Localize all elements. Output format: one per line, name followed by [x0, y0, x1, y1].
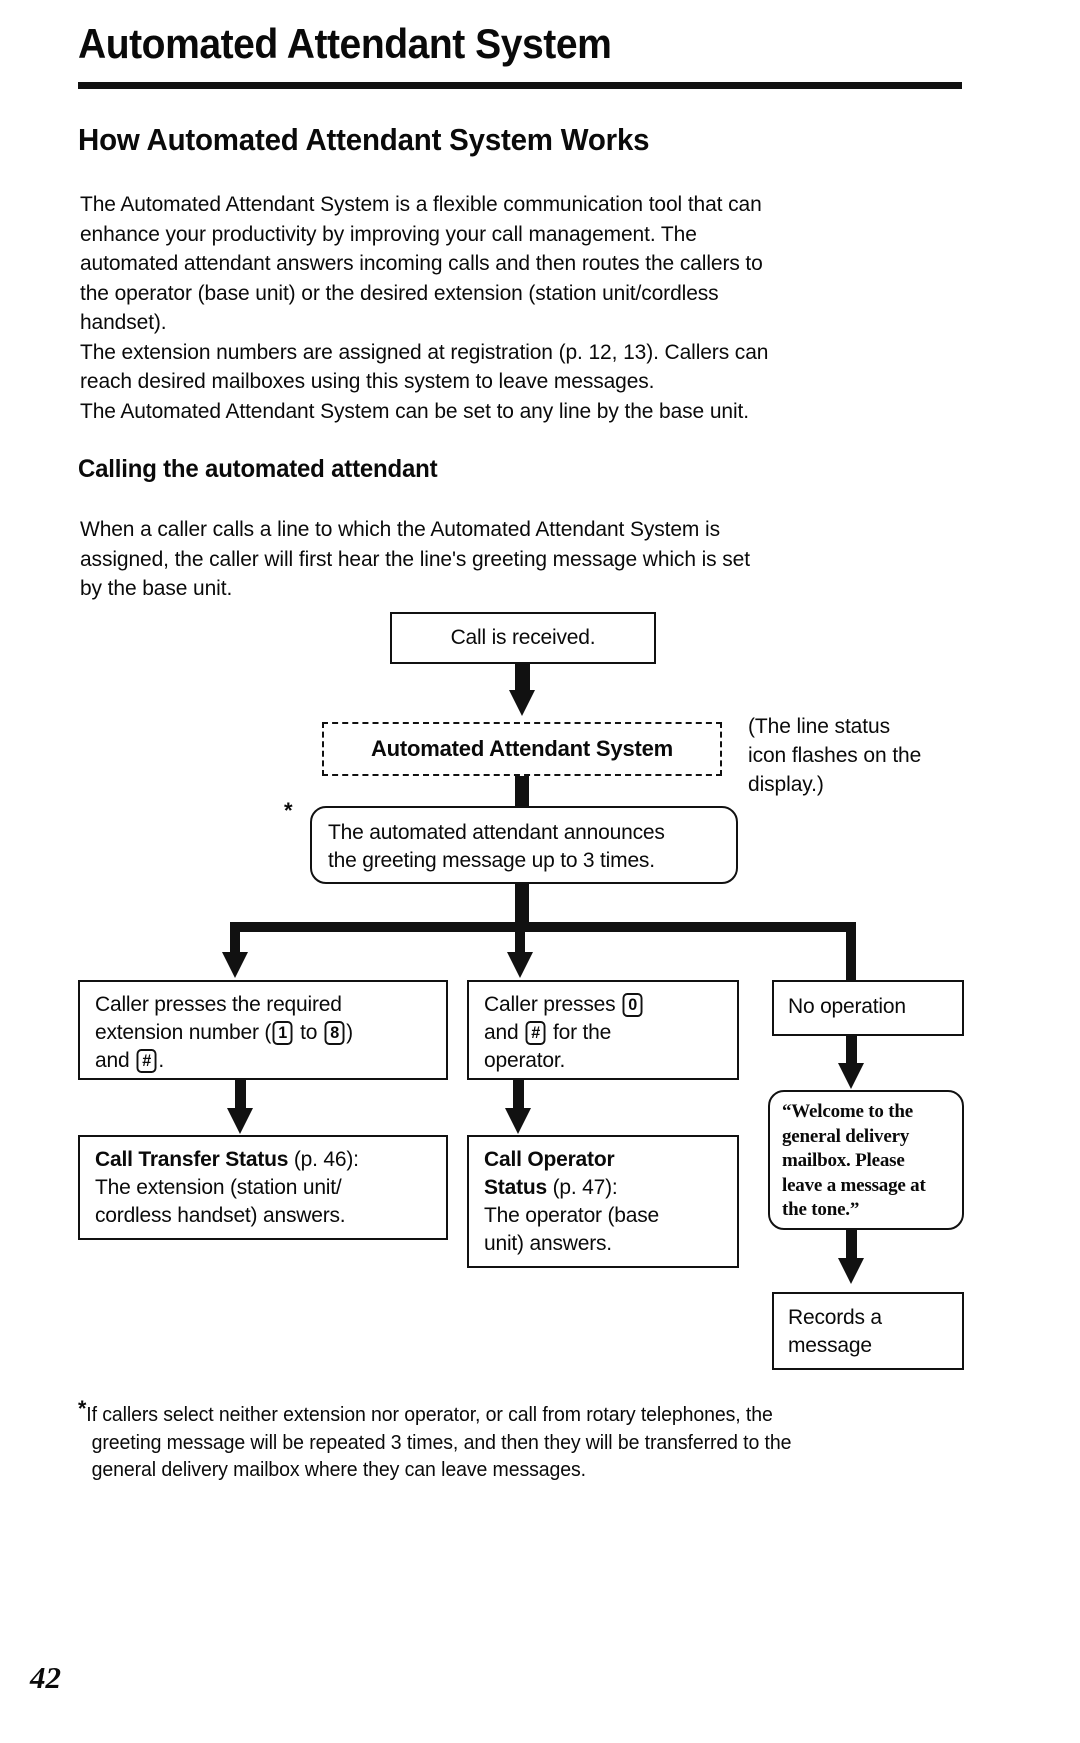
flow-box-line: The extension (station unit/ — [95, 1176, 342, 1199]
flow-box-line: The automated attendant announces — [328, 821, 665, 844]
keypad-key-1-icon: 1 — [272, 1021, 293, 1045]
bubble-line: general delivery — [782, 1125, 910, 1147]
flow-box-caller-presses-operator: Caller presses 0 and # for the operator. — [467, 980, 739, 1080]
text-fragment: and — [95, 1049, 136, 1072]
manual-page: Automated Attendant System How Automated… — [0, 0, 1080, 1743]
footnote-line: *If callers select neither extension nor… — [78, 1395, 946, 1430]
page-reference: (p. 46): — [288, 1148, 359, 1171]
flow-box-line: The operator (base — [484, 1204, 660, 1227]
flow-arrow-head-left-branch — [222, 952, 248, 978]
text-fragment: Caller presses — [484, 993, 622, 1016]
footnote-reference-asterisk: * — [284, 798, 293, 823]
flow-box-line: cordless handset) answers. — [95, 1204, 346, 1227]
flow-box-line: Status (p. 47): — [484, 1174, 722, 1202]
status-label: Call Transfer Status — [95, 1148, 289, 1171]
keypad-key-8-icon: 8 — [324, 1021, 345, 1045]
flow-box-caller-presses-extension: Caller presses the required extension nu… — [78, 980, 448, 1080]
bubble-line: “Welcome to the — [782, 1101, 914, 1122]
flow-arrow-head-extension — [227, 1108, 253, 1134]
line-status-note: (The line status icon flashes on the dis… — [748, 712, 978, 799]
flow-arrow-head-bubble — [838, 1258, 864, 1284]
text-fragment: . — [158, 1049, 164, 1072]
keypad-key-hash-icon: # — [525, 1021, 546, 1045]
footnote: *If callers select neither extension nor… — [78, 1395, 946, 1485]
flow-box-line: the greeting message up to 3 times. — [328, 849, 655, 872]
flow-box-greeting-announce: The automated attendant announces the gr… — [310, 806, 738, 884]
flow-box-line: Caller presses 0 — [484, 991, 722, 1019]
flow-bus-horizontal — [230, 922, 856, 932]
flow-box-line: Call Transfer Status (p. 46): — [95, 1146, 431, 1174]
flow-box-line: and #. — [95, 1047, 431, 1075]
note-line: icon flashes on the — [748, 744, 922, 767]
footnote-text: If callers select neither extension nor … — [86, 1404, 773, 1426]
keypad-key-hash-icon: # — [136, 1049, 157, 1073]
flow-arrow-head-down — [509, 690, 535, 716]
flow-arrow-head-operator — [505, 1108, 531, 1134]
flow-box-no-operation: No operation — [772, 980, 964, 1036]
footnote-line: greeting message will be repeated 3 time… — [91, 1431, 792, 1454]
flow-box-line: Call Operator — [484, 1148, 615, 1171]
flow-arrow-head-middle-branch — [507, 952, 533, 978]
bubble-line: mailbox. Please — [782, 1150, 905, 1171]
text-fragment: extension number ( — [95, 1021, 272, 1044]
flow-box-line: extension number (1 to 8) — [95, 1019, 431, 1047]
text-fragment: ) — [346, 1021, 353, 1044]
flow-box-records-message: Records a message — [772, 1292, 964, 1370]
flow-box-automated-attendant-system: Automated Attendant System — [322, 722, 722, 776]
text-fragment: for the — [547, 1021, 612, 1044]
note-line: (The line status — [748, 715, 890, 738]
bubble-line: the tone.” — [782, 1199, 860, 1220]
page-reference: (p. 47): — [546, 1176, 618, 1199]
flow-box-line: message — [788, 1334, 872, 1357]
flow-bubble-greeting-message: “Welcome to the general delivery mailbox… — [768, 1090, 964, 1230]
flow-box-call-received: Call is received. — [390, 612, 656, 664]
flow-box-line: and # for the — [484, 1019, 722, 1047]
status-label: Status — [484, 1176, 547, 1199]
flow-box-call-operator-status: Call Operator Status (p. 47): The operat… — [467, 1135, 739, 1268]
flow-box-line: Records a — [788, 1306, 882, 1329]
flow-box-line: Caller presses the required — [95, 993, 342, 1016]
text-fragment: and — [484, 1021, 525, 1044]
keypad-key-0-icon: 0 — [622, 993, 643, 1017]
footnote-line: general delivery mailbox where they can … — [91, 1459, 586, 1481]
note-line: display.) — [748, 773, 824, 796]
text-fragment: to — [294, 1021, 323, 1044]
flow-arrow-head-no-operation — [838, 1063, 864, 1089]
flow-connector-stem — [515, 776, 529, 806]
bubble-line: leave a message at — [782, 1174, 926, 1196]
page-number: 42 — [30, 1660, 61, 1695]
flow-box-line: unit) answers. — [484, 1232, 612, 1255]
flow-branch-right-stem — [846, 922, 856, 982]
flow-bus-vertical-from-greeting — [515, 884, 529, 926]
flow-box-call-transfer-status: Call Transfer Status (p. 46): The extens… — [78, 1135, 448, 1240]
flow-box-line: operator. — [484, 1049, 566, 1072]
